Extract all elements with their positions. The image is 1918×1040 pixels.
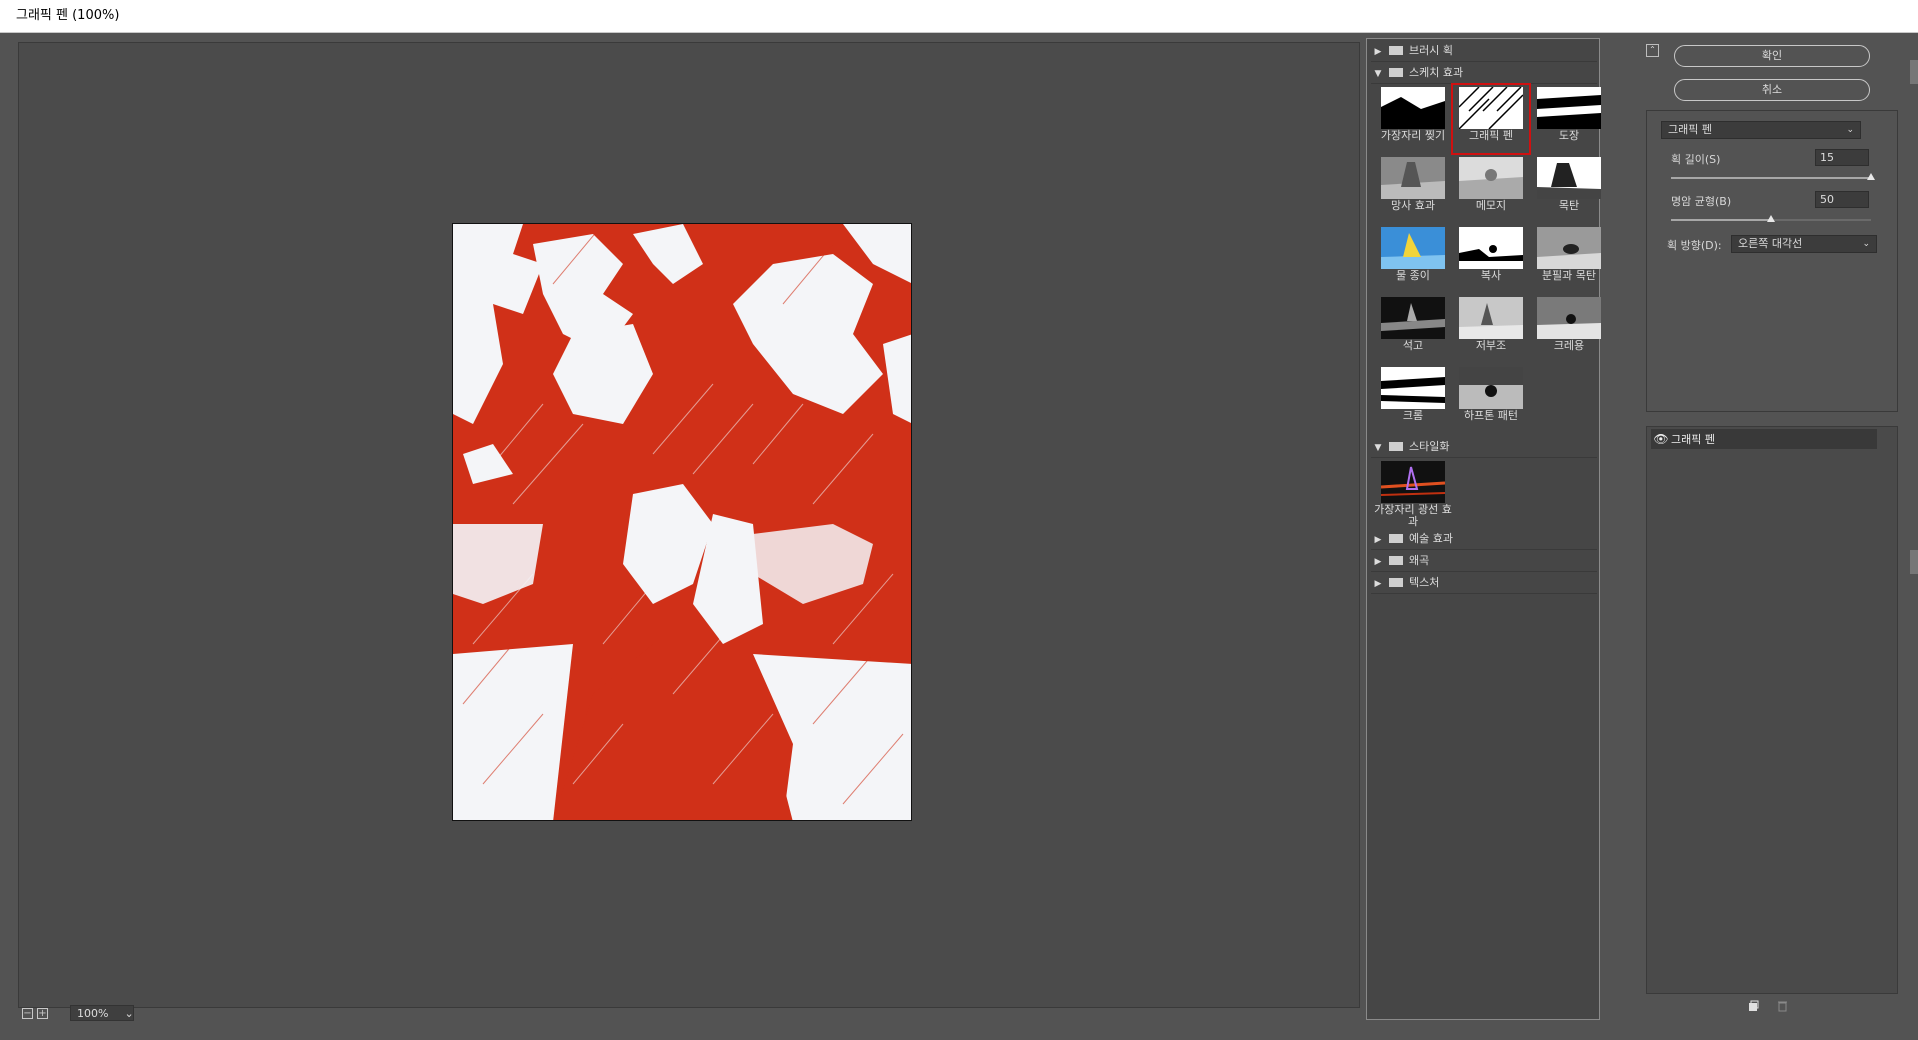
filter-thumb-conte-crayon[interactable]: 크레용 xyxy=(1529,295,1609,363)
thumb-image xyxy=(1459,157,1523,199)
preview-canvas-area[interactable] xyxy=(18,42,1360,1008)
slider-handle[interactable] xyxy=(1867,173,1875,180)
chevron-down-icon: ⌄ xyxy=(124,1006,134,1020)
thumb-image xyxy=(1459,367,1523,409)
slider-handle[interactable] xyxy=(1767,215,1775,222)
effect-layer-item[interactable]: 👁 그래픽 펜 xyxy=(1651,429,1877,449)
layer-actions xyxy=(1748,1000,1788,1012)
collapse-arrow-icon: ▼ xyxy=(1374,443,1382,453)
collapse-arrow-icon: ▼ xyxy=(1374,69,1382,79)
thumb-image xyxy=(1381,157,1445,199)
zoom-controls: − + 100% ⌄ xyxy=(22,1005,134,1021)
expand-arrow-icon: ▶ xyxy=(1374,579,1382,589)
direction-select-value: 오른쪽 대각선 xyxy=(1738,237,1803,250)
direction-select[interactable]: 오른쪽 대각선 ⌄ xyxy=(1731,235,1877,253)
stroke-length-slider[interactable] xyxy=(1671,173,1875,180)
thumb-image xyxy=(1381,297,1445,339)
balance-label: 명암 균형(B) xyxy=(1671,195,1732,208)
folder-icon xyxy=(1389,577,1403,587)
filter-thumb-glowing-edges[interactable]: 가장자리 광선 효과 xyxy=(1373,459,1453,528)
direction-label: 획 방향(D): xyxy=(1667,239,1722,252)
balance-slider[interactable] xyxy=(1671,215,1871,222)
effect-layer-label: 그래픽 펜 xyxy=(1671,433,1715,446)
filter-gallery: ▶ 브러시 획 ▼ 스케치 효과 가장자리 찢기 그래픽 펜 도장 망사 효과 메모… xyxy=(1366,38,1601,1020)
filter-thumb-note-paper[interactable]: 메모지 xyxy=(1451,155,1531,223)
zoom-level-value: 100% xyxy=(77,1006,109,1020)
zoom-level-select[interactable]: 100% ⌄ xyxy=(70,1005,134,1021)
filter-thumb-chalk-charcoal[interactable]: 분필과 목탄 xyxy=(1529,225,1609,293)
category-texture[interactable]: ▶ 텍스처 xyxy=(1371,573,1597,594)
expand-arrow-icon: ▶ xyxy=(1374,535,1382,545)
chevron-down-icon: ⌄ xyxy=(1862,239,1870,249)
thumb-image xyxy=(1459,297,1523,339)
graphic-pen-preview-image xyxy=(453,224,911,820)
category-stylize[interactable]: ▼ 스타일화 xyxy=(1371,437,1597,458)
eye-icon[interactable]: 👁 xyxy=(1651,429,1671,449)
thumb-image xyxy=(1537,87,1601,129)
filter-thumb-charcoal[interactable]: 목탄 xyxy=(1529,155,1609,223)
filter-thumb-graphic-pen[interactable]: 그래픽 펜 xyxy=(1451,83,1531,155)
category-artistic[interactable]: ▶ 예술 효과 xyxy=(1371,529,1597,550)
thumb-image xyxy=(1381,367,1445,409)
folder-icon xyxy=(1389,533,1403,543)
filter-thumb-plaster[interactable]: 석고 xyxy=(1373,295,1453,363)
chevron-down-icon: ⌄ xyxy=(1846,125,1854,135)
stroke-length-label: 획 길이(S) xyxy=(1671,153,1721,166)
window-title: 그래픽 펜 (100%) xyxy=(16,8,120,23)
category-brush-strokes[interactable]: ▶ 브러시 획 xyxy=(1371,41,1597,62)
thumb-image xyxy=(1381,227,1445,269)
filter-thumb-photocopy[interactable]: 복사 xyxy=(1451,225,1531,293)
zoom-out-icon[interactable]: − xyxy=(22,1007,33,1019)
thumb-image xyxy=(1537,157,1601,199)
window-edge-handle xyxy=(1910,60,1918,84)
expand-arrow-icon: ▶ xyxy=(1374,557,1382,567)
ok-button[interactable]: 확인 xyxy=(1674,45,1870,67)
cancel-button[interactable]: 취소 xyxy=(1674,79,1870,101)
filter-thumb-stamp[interactable]: 도장 xyxy=(1529,85,1609,153)
thumb-image xyxy=(1537,297,1601,339)
folder-open-icon xyxy=(1389,67,1403,77)
category-sketch[interactable]: ▼ 스케치 효과 xyxy=(1371,63,1597,84)
new-layer-icon[interactable] xyxy=(1748,1000,1759,1012)
collapse-icon[interactable]: ⌃ xyxy=(1646,44,1659,57)
thumb-image xyxy=(1381,461,1445,503)
filter-thumb-bas-relief[interactable]: 저부조 xyxy=(1451,295,1531,363)
trash-icon[interactable] xyxy=(1777,1000,1788,1012)
filter-select-value: 그래픽 펜 xyxy=(1668,123,1712,136)
thumb-image xyxy=(1537,227,1601,269)
filter-thumb-water-paper[interactable]: 물 종이 xyxy=(1373,225,1453,293)
folder-icon xyxy=(1389,45,1403,55)
filtered-image-preview[interactable] xyxy=(452,223,912,821)
thumb-image xyxy=(1381,87,1445,129)
filter-thumb-halftone-pattern[interactable]: 하프톤 패턴 xyxy=(1451,365,1531,433)
zoom-in-icon[interactable]: + xyxy=(37,1007,48,1019)
stroke-length-input[interactable]: 15 xyxy=(1815,149,1869,166)
filter-select[interactable]: 그래픽 펜 ⌄ xyxy=(1661,121,1861,139)
thumb-image xyxy=(1459,227,1523,269)
thumb-image xyxy=(1459,87,1523,129)
window-edge-handle xyxy=(1910,550,1918,574)
filter-settings-panel: 그래픽 펜 ⌄ 획 길이(S) 15 명암 균형(B) 50 획 방향(D): … xyxy=(1646,110,1898,412)
filter-thumb-chrome[interactable]: 크롬 xyxy=(1373,365,1453,433)
folder-icon xyxy=(1389,555,1403,565)
balance-input[interactable]: 50 xyxy=(1815,191,1869,208)
filter-thumb-torn-edges[interactable]: 가장자리 찢기 xyxy=(1373,85,1453,153)
effect-layers-panel: 👁 그래픽 펜 xyxy=(1646,426,1898,994)
filter-thumb-reticulation[interactable]: 망사 효과 xyxy=(1373,155,1453,223)
category-distort[interactable]: ▶ 왜곡 xyxy=(1371,551,1597,572)
window-title-bar: 그래픽 펜 (100%) xyxy=(0,0,1918,33)
folder-open-icon xyxy=(1389,441,1403,451)
expand-arrow-icon: ▶ xyxy=(1374,47,1382,57)
